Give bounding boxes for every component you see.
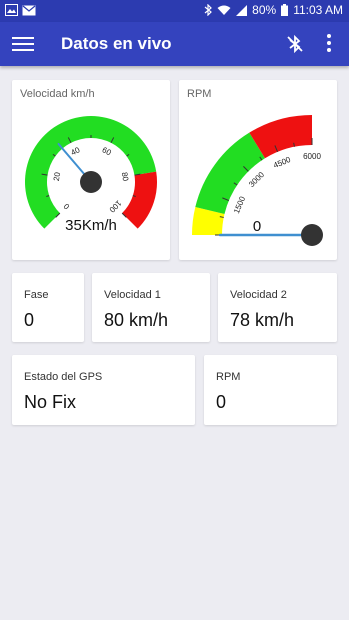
image-notification-icon <box>5 4 18 16</box>
velocidad1-label: Velocidad 1 <box>104 289 161 301</box>
speed-tick-label: 80 <box>120 172 130 183</box>
speed-gauge-card: Velocidad km/h 0 20 40 60 80 100 35Km/h <box>12 80 170 260</box>
rpm-card-value: 0 <box>216 392 227 412</box>
rpm-green-zone <box>195 132 265 214</box>
speed-gauge: 0 20 40 60 80 100 35Km/h <box>24 116 157 234</box>
status-bar: 80% 11:03 AM <box>0 0 349 22</box>
mail-notification-icon <box>22 5 36 16</box>
velocidad2-label: Velocidad 2 <box>230 289 287 301</box>
rpm-card: RPM 0 <box>204 355 337 425</box>
velocidad1-card: Velocidad 1 80 km/h <box>92 273 210 342</box>
gps-value: No Fix <box>24 392 77 412</box>
battery-icon <box>281 4 289 16</box>
menu-icon[interactable] <box>12 34 34 54</box>
fase-card: Fase 0 <box>12 273 84 342</box>
rpm-tick-label: 1500 <box>232 195 247 215</box>
gps-label: Estado del GPS <box>24 371 103 383</box>
velocidad2-value: 78 km/h <box>230 310 295 330</box>
rpm-card-label: RPM <box>216 371 241 383</box>
more-vert-icon[interactable] <box>322 34 336 56</box>
rpm-tick-label: 4500 <box>272 155 292 170</box>
fase-value: 0 <box>24 310 35 330</box>
gps-card: Estado del GPS No Fix <box>12 355 195 425</box>
speed-needle-hub <box>80 171 102 193</box>
speed-tick-label: 20 <box>52 171 62 182</box>
speed-tick-label: 60 <box>101 145 114 157</box>
speed-tick-label: 0 <box>62 201 72 211</box>
fase-label: Fase <box>24 289 49 301</box>
rpm-tick-label: 3000 <box>247 170 266 189</box>
clock: 11:03 AM <box>293 3 343 17</box>
speed-tick-label: 100 <box>107 198 123 214</box>
bluetooth-status-icon <box>204 4 213 16</box>
velocidad2-card: Velocidad 2 78 km/h <box>218 273 337 342</box>
page-title: Datos en vivo <box>61 34 172 53</box>
signal-icon <box>236 4 248 16</box>
rpm-tick-label: 6000 <box>303 152 321 161</box>
velocidad1-value: 80 km/h <box>104 310 169 330</box>
wifi-icon <box>217 5 231 15</box>
battery-percent: 80% <box>252 3 277 17</box>
bluetooth-disabled-icon[interactable] <box>284 33 306 55</box>
speed-tick-label: 40 <box>69 145 82 157</box>
rpm-needle-hub <box>301 224 323 246</box>
rpm-gauge-card: RPM 1500 3000 4500 6000 0 <box>179 80 337 260</box>
app-bar: Datos en vivo <box>0 22 349 66</box>
speed-readout: 35Km/h <box>65 217 117 234</box>
rpm-readout: 0 <box>253 218 261 235</box>
rpm-gauge: 15003000 4500 6000 0 <box>192 115 323 246</box>
